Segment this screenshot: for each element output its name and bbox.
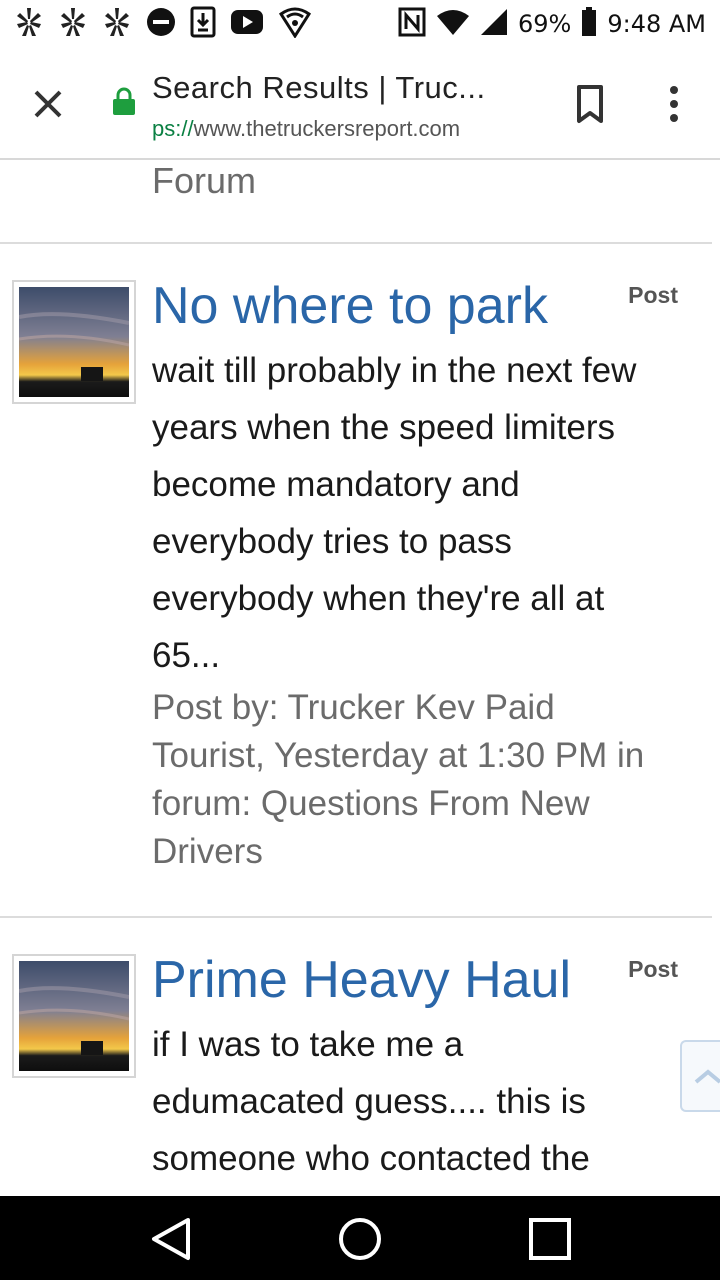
result-type-label: Post (628, 956, 678, 982)
recents-icon (529, 1218, 571, 1260)
divider (0, 916, 712, 918)
navigation-bar (0, 1196, 720, 1280)
meta-line: Drivers (152, 832, 263, 871)
chevron-up-icon (694, 1069, 720, 1084)
browser-toolbar: Search Results | Truc... ps://www.thetru… (0, 48, 720, 160)
yelp-icon (14, 6, 44, 43)
status-bar: 69% 9:48 AM (0, 0, 720, 48)
close-icon (34, 90, 62, 118)
meta-line: Tourist, Yesterday at 1:30 PM in (152, 736, 645, 775)
result-snippet: if I was to take me a edumacated guess..… (152, 1016, 702, 1187)
result-snippet: wait till probably in the next few years… (152, 342, 702, 684)
snippet-line: everybody when they're all at (152, 579, 605, 618)
snippet-line: 65... (152, 636, 221, 675)
previous-result-meta-tail: Forum (152, 160, 257, 201)
close-button[interactable] (28, 84, 68, 124)
result-title-link[interactable]: Prime Heavy Haul (152, 950, 571, 1010)
scroll-to-top-button[interactable] (680, 1040, 720, 1112)
youtube-icon (230, 9, 264, 40)
home-icon (339, 1218, 381, 1260)
do-not-disturb-icon (146, 7, 176, 42)
back-icon (152, 1218, 190, 1260)
bookmark-icon (577, 85, 603, 123)
result-type-label: Post (628, 282, 678, 308)
url-host: www.thetruckersreport.com (193, 116, 461, 141)
download-icon (190, 6, 216, 43)
result-title-link[interactable]: No where to park (152, 276, 548, 336)
notification-icons (14, 6, 312, 43)
battery-percent: 69% (518, 10, 572, 38)
avatar[interactable] (12, 954, 136, 1078)
search-results: Forum No where to park Post wait till pr… (0, 160, 720, 1196)
battery-icon (581, 6, 597, 42)
recents-button[interactable] (527, 1216, 573, 1262)
home-button[interactable] (337, 1216, 383, 1262)
wifi-icon (436, 8, 470, 41)
snippet-line: years when the speed limiters (152, 408, 615, 447)
yelp-icon (58, 6, 88, 43)
divider (0, 242, 712, 244)
meta-line: forum: Questions From New (152, 784, 590, 823)
snippet-line: edumacated guess.... this is (152, 1082, 586, 1121)
result-meta: Post by: Trucker Kev Paid Tourist, Yeste… (152, 684, 702, 876)
lock-icon (111, 86, 137, 121)
snippet-line: someone who contacted the (152, 1139, 590, 1178)
vpn-shield-icon (278, 6, 312, 43)
yelp-icon (102, 6, 132, 43)
bookmark-button[interactable] (572, 84, 608, 124)
more-vert-icon (670, 86, 678, 122)
avatar[interactable] (12, 280, 136, 404)
page-title[interactable]: Search Results | Truc... (152, 70, 532, 106)
url-bar[interactable]: ps://www.thetruckersreport.com (152, 116, 552, 142)
back-button[interactable] (148, 1216, 194, 1262)
snippet-line: wait till probably in the next few (152, 351, 637, 390)
nfc-icon (398, 7, 426, 42)
meta-line: Post by: Trucker Kev Paid (152, 688, 555, 727)
snippet-line: if I was to take me a (152, 1025, 464, 1064)
signal-icon (480, 8, 508, 41)
clock: 9:48 AM (607, 10, 706, 38)
url-scheme: ps:// (152, 116, 194, 141)
menu-button[interactable] (656, 82, 692, 126)
system-icons: 69% 9:48 AM (398, 6, 706, 42)
snippet-line: everybody tries to pass (152, 522, 512, 561)
snippet-line: become mandatory and (152, 465, 520, 504)
